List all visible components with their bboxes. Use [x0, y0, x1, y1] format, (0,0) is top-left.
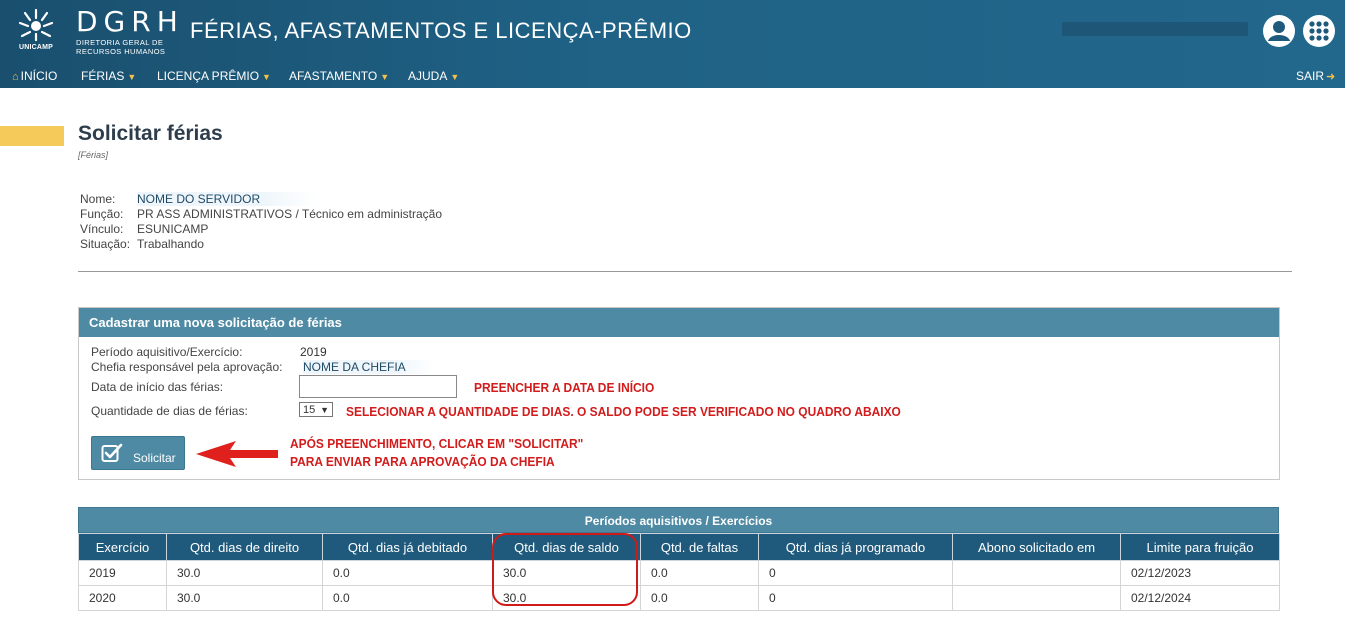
- caret-down-icon: ▼: [450, 72, 460, 82]
- periodos-table-wrapper: Períodos aquisitivos / Exercícios Exercí…: [78, 507, 1280, 611]
- cell-faltas: 0.0: [640, 560, 759, 586]
- periodo-label: Período aquisitivo/Exercício:: [91, 345, 243, 359]
- app-title: FÉRIAS, AFASTAMENTOS E LICENÇA-PRÊMIO: [190, 18, 692, 43]
- table-header-row: Exercício Qtd. dias de direito Qtd. dias…: [78, 533, 1280, 561]
- periodo-value: 2019: [300, 345, 327, 359]
- servidor-funcao: PR ASS ADMINISTRATIVOS / Técnico em admi…: [137, 207, 442, 221]
- col-dias-direito[interactable]: Qtd. dias de direito: [166, 533, 323, 561]
- chefia-label: Chefia responsável pela aprovação:: [91, 360, 283, 374]
- cell-dias-programado: 0: [758, 560, 953, 586]
- user-avatar-icon[interactable]: [1262, 14, 1296, 48]
- servidor-nome: NOME DO SERVIDOR: [137, 192, 317, 206]
- dgrh-title: DGRH: [76, 5, 184, 38]
- nav-sair[interactable]: SAIR ➜: [1296, 69, 1335, 83]
- apps-grid-icon[interactable]: [1302, 14, 1336, 48]
- select-arrow-icon: ▼: [320, 405, 329, 415]
- annotation-submit-line2: PARA ENVIAR PARA APROVAÇÃO DA CHEFIA: [290, 454, 555, 469]
- check-square-icon: [101, 443, 123, 462]
- servidor-situacao: Trabalhando: [137, 237, 204, 251]
- title-accent-bar: [0, 126, 64, 146]
- breadcrumb: [Férias]: [78, 150, 109, 160]
- nav-ferias[interactable]: FÉRIAS ▼: [81, 69, 136, 83]
- caret-down-icon: ▼: [262, 72, 271, 82]
- data-inicio-label: Data de início das férias:: [91, 380, 224, 394]
- servidor-vinculo: ESUNICAMP: [137, 222, 209, 236]
- annotation-data-inicio: PREENCHER A DATA DE INÍCIO: [474, 380, 655, 395]
- cell-abono: [952, 585, 1121, 611]
- saldo-highlight-annotation: [492, 533, 638, 606]
- periodos-table-title: Períodos aquisitivos / Exercícios: [78, 507, 1279, 533]
- col-exercicio[interactable]: Exercício: [78, 533, 167, 561]
- cell-dias-programado: 0: [758, 585, 953, 611]
- dgrh-brand[interactable]: DGRH DIRETORIA GERAL DE RECURSOS HUMANOS: [76, 5, 184, 57]
- cell-dias-direito: 30.0: [166, 560, 323, 586]
- caret-down-icon: ▼: [127, 72, 137, 82]
- qtd-dias-select[interactable]: 15 ▼: [299, 402, 333, 417]
- cell-limite-fruicao: 02/12/2024: [1120, 585, 1280, 611]
- info-situacao: Situação: Trabalhando: [80, 237, 204, 251]
- col-abono[interactable]: Abono solicitado em: [952, 533, 1121, 561]
- annotation-qtd-dias: SELECIONAR A QUANTIDADE DE DIAS. O SALDO…: [346, 404, 901, 419]
- data-inicio-input[interactable]: [299, 375, 457, 398]
- table-row[interactable]: 2019 30.0 0.0 30.0 0.0 0 02/12/2023: [78, 560, 1280, 586]
- sign-out-icon: ➜: [1326, 71, 1336, 83]
- chefia-value: NOME DA CHEFIA: [303, 360, 434, 374]
- solicitar-button[interactable]: Solicitar: [91, 436, 185, 470]
- header-search-bar[interactable]: [1062, 22, 1248, 36]
- info-vinculo: Vínculo: ESUNICAMP: [80, 222, 209, 236]
- cell-limite-fruicao: 02/12/2023: [1120, 560, 1280, 586]
- col-dias-debitado[interactable]: Qtd. dias já debitado: [322, 533, 493, 561]
- unicamp-logo-text: UNICAMP: [18, 44, 54, 51]
- nav-afastamento[interactable]: AFASTAMENTO ▼: [289, 69, 389, 83]
- qtd-dias-label: Quantidade de dias de férias:: [91, 404, 248, 418]
- annotation-arrow-icon: [196, 441, 278, 467]
- cell-dias-debitado: 0.0: [322, 585, 493, 611]
- panel-title: Cadastrar uma nova solicitação de férias: [79, 308, 1279, 337]
- cell-exercicio: 2020: [78, 585, 167, 611]
- cell-dias-direito: 30.0: [166, 585, 323, 611]
- top-header: UNICAMP DGRH DIRETORIA GERAL DE RECURSOS…: [0, 0, 1345, 88]
- periodos-table: Exercício Qtd. dias de direito Qtd. dias…: [78, 533, 1280, 611]
- home-icon: ⌂: [12, 71, 19, 83]
- nav-inicio[interactable]: ⌂ INÍCIO: [12, 69, 57, 83]
- nav-licenca-premio[interactable]: LICENÇA PRÊMIO ▼: [157, 69, 271, 83]
- main-nav: ⌂ INÍCIO FÉRIAS ▼ LICENÇA PRÊMIO ▼ AFASTAME…: [0, 66, 1345, 88]
- section-divider: [78, 271, 1292, 272]
- info-funcao: Função: PR ASS ADMINISTRATIVOS / Técnico…: [80, 207, 442, 221]
- annotation-submit-line1: APÓS PREENCHIMENTO, CLICAR EM "SOLICITAR…: [290, 436, 584, 451]
- dgrh-subtitle-1: DIRETORIA GERAL DE: [76, 38, 164, 47]
- dgrh-subtitle-2: RECURSOS HUMANOS: [76, 47, 166, 56]
- cell-abono: [952, 560, 1121, 586]
- info-nome: Nome: NOME DO SERVIDOR: [80, 192, 317, 206]
- solicitar-button-label: Solicitar: [133, 451, 176, 465]
- cell-dias-debitado: 0.0: [322, 560, 493, 586]
- col-faltas[interactable]: Qtd. de faltas: [640, 533, 759, 561]
- col-limite-fruicao[interactable]: Limite para fruição: [1120, 533, 1280, 561]
- table-row[interactable]: 2020 30.0 0.0 30.0 0.0 0 02/12/2024: [78, 585, 1280, 611]
- nav-ajuda[interactable]: AJUDA ▼: [408, 69, 459, 83]
- page-title: Solicitar férias: [78, 122, 223, 145]
- col-dias-programado[interactable]: Qtd. dias já programado: [758, 533, 953, 561]
- cell-faltas: 0.0: [640, 585, 759, 611]
- cell-exercicio: 2019: [78, 560, 167, 586]
- caret-down-icon: ▼: [380, 72, 390, 82]
